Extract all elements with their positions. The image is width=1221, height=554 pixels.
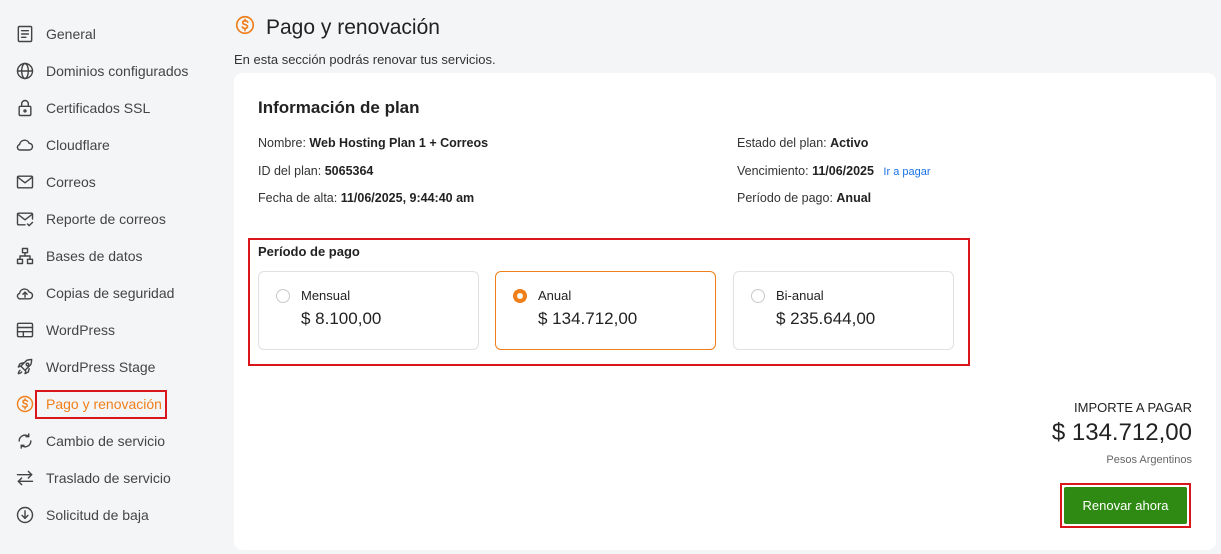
plan-id-label: ID del plan: (258, 164, 322, 178)
plan-id-row: ID del plan: 5065364 (258, 164, 373, 178)
cloud-upload-icon (14, 282, 36, 304)
mail-icon (14, 171, 36, 193)
plan-name-label: Nombre: (258, 136, 306, 150)
sidebar-item-label: Bases de datos (46, 248, 143, 264)
sidebar-item-label: Cloudflare (46, 137, 110, 153)
sidebar-item-solicitud-baja[interactable]: Solicitud de baja (14, 502, 149, 528)
sidebar-item-reporte-correos[interactable]: Reporte de correos (14, 206, 166, 232)
go-to-pay-link[interactable]: Ir a pagar (883, 166, 930, 178)
plan-name-row: Nombre: Web Hosting Plan 1 + Correos (258, 136, 488, 150)
sidebar-item-general[interactable]: General (14, 21, 96, 47)
total-amount: $ 134.712,00 (1051, 419, 1192, 446)
sidebar-item-label: WordPress Stage (46, 359, 156, 375)
period-option-price: $ 134.712,00 (538, 309, 638, 328)
sidebar-item-label: Certificados SSL (46, 100, 151, 116)
total-label: IMPORTE A PAGAR (1074, 400, 1192, 415)
radio-button[interactable] (276, 289, 290, 303)
plan-status-value: Activo (830, 136, 869, 150)
sidebar-item-label: Reporte de correos (46, 211, 166, 227)
sidebar-item-cambio-servicio[interactable]: Cambio de servicio (14, 428, 165, 454)
period-option-bianual[interactable]: Bi-anual $ 235.644,00 (733, 271, 954, 350)
dollar-icon (234, 14, 256, 41)
sidebar-item-copias[interactable]: Copias de seguridad (14, 280, 174, 306)
page-title-row: Pago y renovación (234, 14, 496, 41)
page-title: Pago y renovación (266, 15, 440, 39)
sidebar-item-correos[interactable]: Correos (14, 169, 96, 195)
period-title: Período de pago (258, 244, 360, 259)
sidebar-item-label: Dominios configurados (46, 63, 189, 79)
plan-created-value: 11/06/2025, 9:44:40 am (340, 191, 475, 205)
period-option-name: Anual (538, 288, 572, 303)
sidebar-item-dominios[interactable]: Dominios configurados (14, 58, 188, 84)
sidebar-item-wordpress-stage[interactable]: WordPress Stage (14, 354, 155, 380)
sidebar-item-ssl[interactable]: Certificados SSL (14, 95, 150, 121)
period-option-name: Mensual (301, 288, 351, 303)
sidebar-item-label: General (46, 26, 96, 42)
plan-id-value: 5065364 (324, 164, 374, 178)
plan-expiry-label: Vencimiento: (737, 164, 809, 178)
transfer-icon (14, 467, 36, 489)
plan-period-row: Período de pago: Anual (737, 191, 871, 205)
plan-card: Información de plan Nombre: Web Hosting … (234, 73, 1216, 550)
sidebar-item-bases-datos[interactable]: Bases de datos (14, 243, 143, 269)
plan-name-value: Web Hosting Plan 1 + Correos (309, 136, 489, 150)
sidebar-item-traslado-servicio[interactable]: Traslado de servicio (14, 465, 171, 491)
plan-expiry-row: Vencimiento: 11/06/2025 Ir a pagar (737, 164, 931, 178)
plan-status-label: Estado del plan: (737, 136, 827, 150)
plan-status-row: Estado del plan: Activo (737, 136, 868, 150)
sidebar-item-label: Traslado de servicio (46, 470, 171, 486)
period-option-name: Bi-anual (776, 288, 824, 303)
refresh-icon (14, 430, 36, 452)
active-item-highlight (35, 390, 167, 419)
globe-icon (14, 60, 36, 82)
sidebar: General Dominios configurados Certificad… (0, 0, 215, 554)
sidebar-item-label: Copias de seguridad (46, 285, 175, 301)
plan-expiry-value: 11/06/2025 (812, 164, 874, 178)
period-option-anual[interactable]: Anual $ 134.712,00 (495, 271, 716, 350)
sidebar-item-cloudflare[interactable]: Cloudflare (14, 132, 110, 158)
sidebar-item-label: Cambio de servicio (46, 433, 166, 449)
radio-button[interactable] (513, 289, 527, 303)
period-option-mensual[interactable]: Mensual $ 8.100,00 (258, 271, 479, 350)
period-option-price: $ 235.644,00 (776, 309, 876, 328)
rocket-icon (14, 356, 36, 378)
plan-created-label: Fecha de alta: (258, 191, 338, 205)
lock-icon (14, 97, 36, 119)
plan-created-row: Fecha de alta: 11/06/2025, 9:44:40 am (258, 191, 474, 205)
sidebar-item-wordpress[interactable]: WordPress (14, 317, 115, 343)
page-header: Pago y renovación En esta sección podrás… (234, 14, 496, 68)
dollar-icon (14, 393, 36, 415)
plan-period-label: Período de pago: (737, 191, 833, 205)
total-currency: Pesos Argentinos (1106, 454, 1192, 466)
sidebar-item-label: Solicitud de baja (46, 507, 149, 523)
database-icon (14, 245, 36, 267)
plan-info-title: Información de plan (258, 98, 420, 117)
plan-period-value: Anual (836, 191, 872, 205)
sidebar-item-label: WordPress (46, 322, 115, 338)
browser-icon (14, 319, 36, 341)
mail-check-icon (14, 208, 36, 230)
cloud-icon (14, 134, 36, 156)
radio-button[interactable] (751, 289, 765, 303)
period-option-price: $ 8.100,00 (301, 309, 382, 328)
arrow-down-circle-icon (14, 504, 36, 526)
page-subtitle: En esta sección podrás renovar tus servi… (234, 52, 496, 67)
renew-now-button[interactable]: Renovar ahora (1064, 487, 1187, 524)
sidebar-item-label: Correos (46, 174, 96, 190)
document-icon (14, 23, 36, 45)
